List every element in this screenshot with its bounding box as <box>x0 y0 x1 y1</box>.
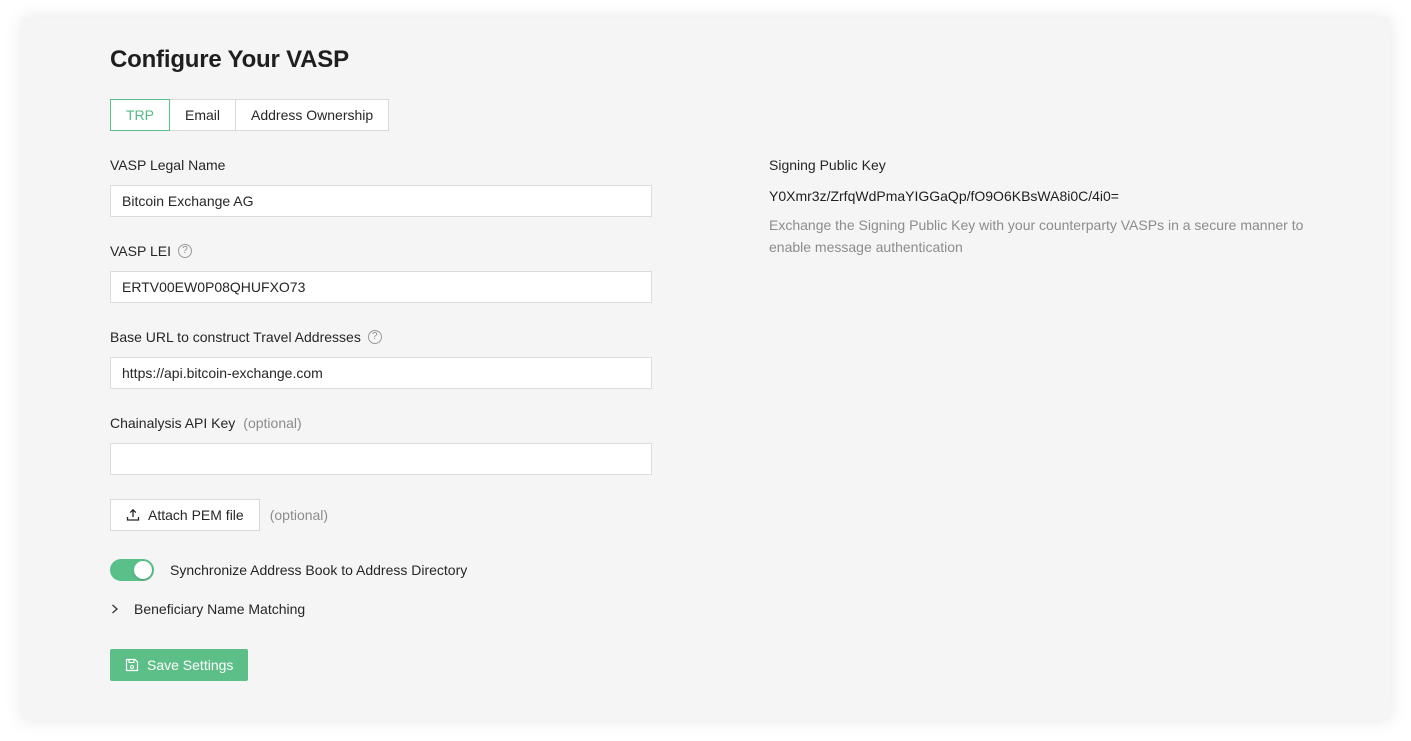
legal-name-label-text: VASP Legal Name <box>110 157 226 173</box>
base-url-label-text: Base URL to construct Travel Addresses <box>110 329 361 345</box>
sync-address-book-toggle[interactable] <box>110 559 154 581</box>
save-settings-label: Save Settings <box>147 657 234 673</box>
upload-icon <box>126 508 140 521</box>
lei-label-text: VASP LEI <box>110 243 171 259</box>
chainalysis-api-key-input[interactable] <box>110 443 652 475</box>
lei-input[interactable] <box>110 271 652 303</box>
legal-name-input[interactable] <box>110 185 652 217</box>
signing-public-key-value: Y0Xmr3z/ZrfqWdPmaYIGGaQp/fO9O6KBsWA8i0C/… <box>769 188 1119 204</box>
pem-optional-hint: (optional) <box>269 507 329 523</box>
toggle-knob <box>134 561 152 579</box>
legal-name-label: VASP Legal Name <box>110 157 225 173</box>
pem-row: Attach PEM file (optional) <box>110 499 328 531</box>
tab-trp[interactable]: TRP <box>110 99 170 131</box>
chainalysis-label: Chainalysis API Key (optional) <box>110 415 302 431</box>
tab-email[interactable]: Email <box>169 99 237 131</box>
lei-label: VASP LEI ? <box>110 243 192 259</box>
attach-pem-label: Attach PEM file <box>148 507 244 523</box>
signing-key-label: Signing Public Key <box>769 157 886 173</box>
beneficiary-name-matching-collapse[interactable]: Beneficiary Name Matching <box>110 601 305 617</box>
sync-row: Synchronize Address Book to Address Dire… <box>110 559 467 581</box>
settings-card: Configure Your VASP TRP Email Address Ow… <box>22 18 1390 720</box>
question-circle-icon[interactable]: ? <box>367 330 382 344</box>
tab-bar: TRP Email Address Ownership <box>110 99 390 131</box>
tab-address-ownership[interactable]: Address Ownership <box>235 99 390 131</box>
save-icon <box>125 658 139 672</box>
base-url-label: Base URL to construct Travel Addresses ? <box>110 329 382 345</box>
chainalysis-optional-hint: (optional) <box>243 415 302 431</box>
attach-pem-button[interactable]: Attach PEM file <box>110 499 260 531</box>
beneficiary-label: Beneficiary Name Matching <box>134 601 306 617</box>
chainalysis-label-text: Chainalysis API Key <box>110 415 236 431</box>
question-circle-icon[interactable]: ? <box>177 244 192 258</box>
chevron-right-icon <box>112 604 118 614</box>
signing-key-description: Exchange the Signing Public Key with you… <box>769 217 1304 255</box>
sync-label: Synchronize Address Book to Address Dire… <box>170 562 468 578</box>
base-url-input[interactable] <box>110 357 652 389</box>
save-settings-button[interactable]: Save Settings <box>110 649 249 681</box>
signing-key-panel: Signing Public Key Y0Xmr3z/ZrfqWdPmaYIGG… <box>769 157 1329 258</box>
page-title: Configure Your VASP <box>110 46 349 73</box>
